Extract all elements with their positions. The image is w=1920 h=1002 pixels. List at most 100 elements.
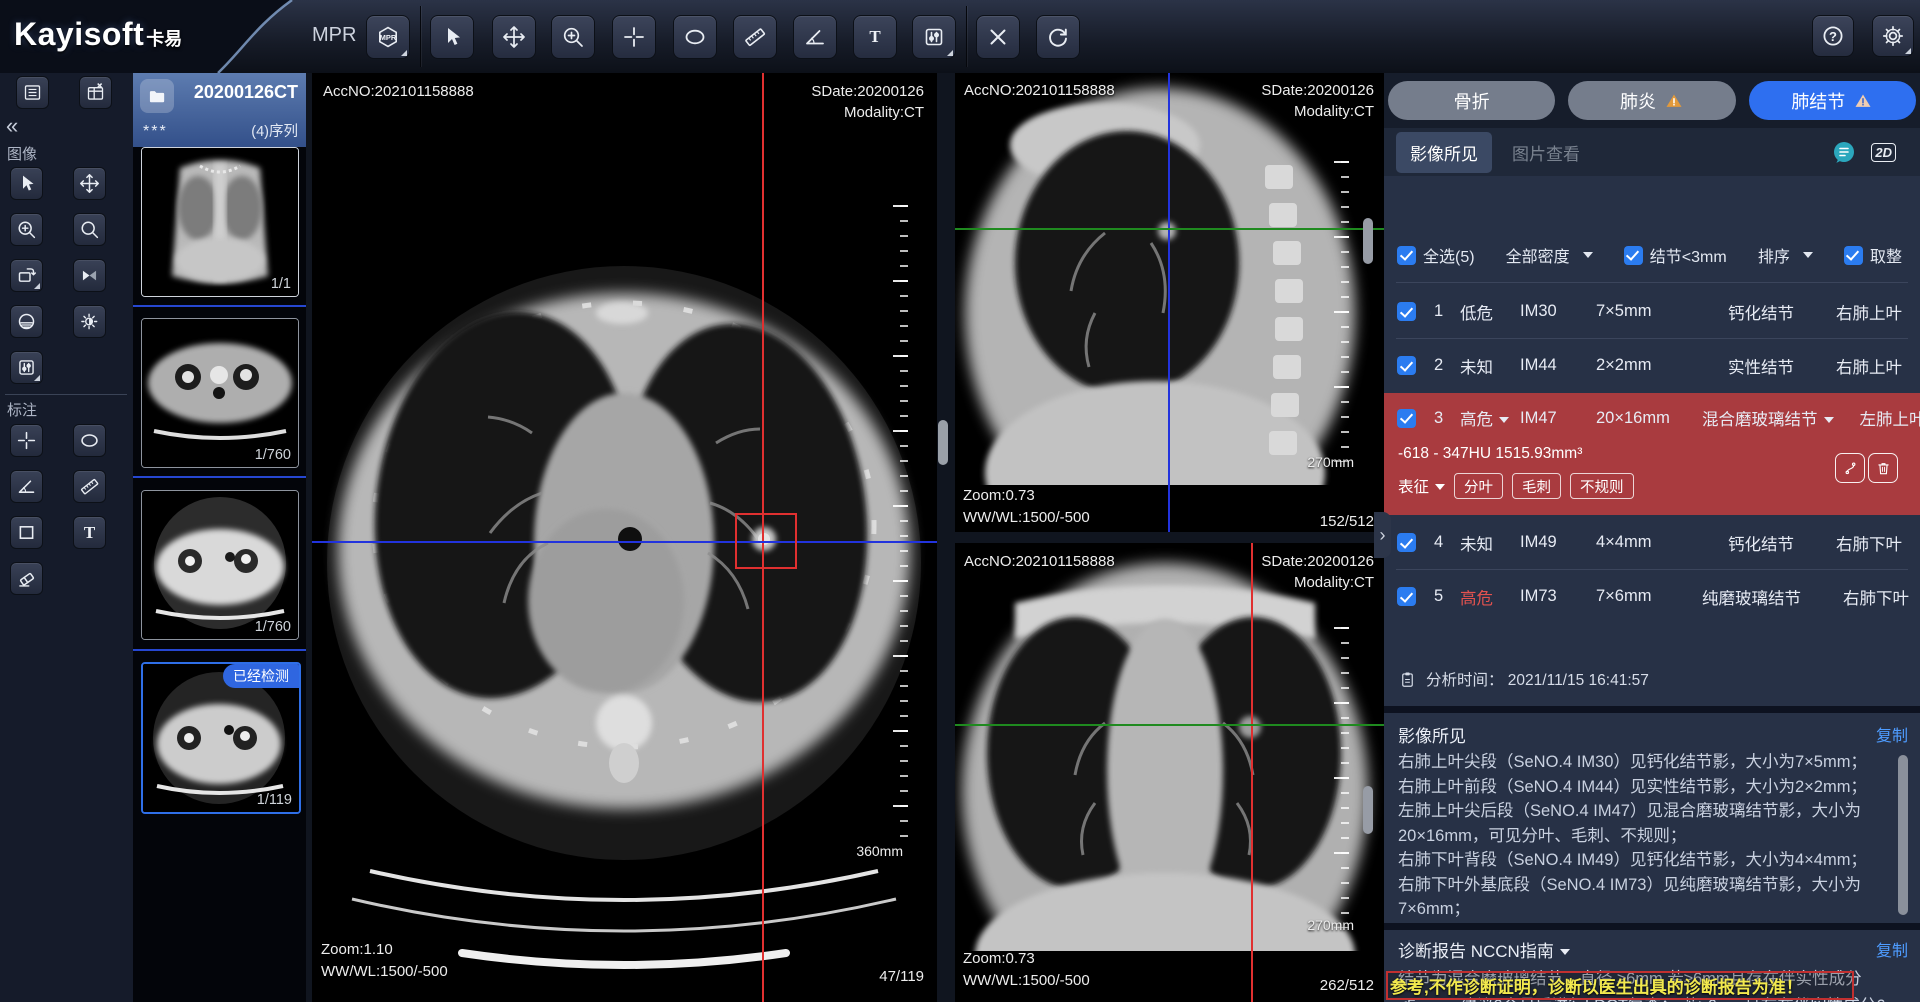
- round-checkbox[interactable]: [1844, 246, 1863, 265]
- report-copy-link[interactable]: 复制: [1876, 937, 1908, 961]
- zoom-factor: Zoom:0.73: [963, 950, 1035, 967]
- nodule-location-dropdown[interactable]: 左肺上叶: [1834, 406, 1920, 430]
- nodule-checkbox[interactable]: [1397, 409, 1416, 428]
- panel-collapse-handle[interactable]: ›: [1374, 512, 1391, 558]
- side-zoom-button[interactable]: [10, 213, 43, 246]
- series-list-button[interactable]: [16, 76, 49, 109]
- density-dropdown[interactable]: 全部密度: [1506, 243, 1593, 267]
- side-angle-button[interactable]: [10, 470, 43, 503]
- delete-nodule-button[interactable]: [1868, 453, 1898, 483]
- pointer-tool-button[interactable]: [430, 15, 474, 59]
- findings-scrollbar-thumb[interactable]: [1898, 755, 1908, 915]
- nodule-type-dropdown[interactable]: 混合磨玻璃结节: [1702, 406, 1834, 430]
- nodule-im: IM30: [1520, 302, 1596, 321]
- report-bubble-icon[interactable]: [1832, 140, 1856, 164]
- side-eraser-button[interactable]: [10, 562, 43, 595]
- nodule-risk: 高危: [1460, 411, 1493, 429]
- coronal-scrollbar-thumb[interactable]: [1363, 786, 1373, 834]
- tab-findings[interactable]: 影像所见: [1396, 132, 1492, 173]
- open-study-button[interactable]: [140, 79, 174, 113]
- zoom-tool-button[interactable]: [551, 15, 595, 59]
- side-magnify-button[interactable]: [73, 213, 106, 246]
- delete-annotation-button[interactable]: [976, 15, 1020, 59]
- coronal-viewport[interactable]: AccNO:202101158888 SDate:20200126 Modali…: [955, 543, 1384, 1002]
- side-rotate-button[interactable]: [10, 259, 43, 292]
- follow-up-button[interactable]: [1835, 453, 1865, 483]
- collapse-sidebar-button[interactable]: «: [6, 113, 18, 139]
- crosshair-tool-button[interactable]: [612, 15, 656, 59]
- pan-tool-button[interactable]: [492, 15, 536, 59]
- thumbnail-scout[interactable]: 1/1: [141, 147, 299, 297]
- close-layout-button[interactable]: [79, 76, 112, 109]
- nodule-size: 7×5mm: [1596, 302, 1702, 321]
- select-all-control[interactable]: 全选(5): [1397, 243, 1475, 267]
- nodule-checkbox[interactable]: [1397, 533, 1416, 552]
- mpr-icon: MPR: [380, 33, 397, 42]
- nodule-row-3-selected[interactable]: 3 高危 IM47 20×16mm 混合磨玻璃结节 左肺上叶 -618 - 34…: [1384, 393, 1920, 515]
- brand-suffix: 卡易: [146, 25, 182, 51]
- sort-dropdown[interactable]: 排序: [1758, 243, 1813, 267]
- nodule-risk-dropdown[interactable]: 高危: [1460, 406, 1520, 430]
- nodule-analysis-panel: 影像所见 图片查看 2D 全选(5) 全部密度 结节<3mm 排序 取整 1 低…: [1384, 128, 1920, 1002]
- nodule-row-2[interactable]: 2 未知 IM44 2×2mm 实性结节 右肺上叶: [1384, 339, 1920, 392]
- reset-view-button[interactable]: [1036, 15, 1080, 59]
- nodule-checkbox[interactable]: [1397, 302, 1416, 321]
- feature-dropdown[interactable]: 表征: [1398, 475, 1445, 497]
- mpr-layout-button[interactable]: MPR: [366, 15, 410, 59]
- nodule-row-4[interactable]: 4 未知 IM49 4×4mm 钙化结节 右肺下叶: [1384, 516, 1920, 569]
- window-level-button[interactable]: [912, 15, 956, 59]
- finding-line: 右肺下叶背段（SeNO.4 IM49）见钙化结节影，大小为4×4mm；: [1398, 848, 1890, 873]
- warning-icon: [1664, 91, 1684, 111]
- flip-icon: [83, 271, 96, 281]
- nodule-checkbox[interactable]: [1397, 587, 1416, 606]
- round-control[interactable]: 取整: [1844, 243, 1902, 267]
- small-nodule-checkbox[interactable]: [1624, 246, 1643, 265]
- module-fracture[interactable]: 骨折: [1388, 81, 1555, 120]
- side-flip-button[interactable]: [73, 259, 106, 292]
- module-pneumonia[interactable]: 肺炎: [1568, 81, 1735, 120]
- thumbnail-axial-1[interactable]: 1/760: [141, 318, 299, 468]
- nodule-row-5[interactable]: 5 高危 IM73 7×6mm 纯磨玻璃结节 右肺下叶: [1384, 570, 1920, 623]
- tab-image-view[interactable]: 图片查看: [1498, 132, 1594, 173]
- report-title-dropdown[interactable]: 诊断报告 NCCN指南: [1398, 937, 1570, 962]
- help-button[interactable]: ?: [1812, 15, 1854, 57]
- small-nodule-control[interactable]: 结节<3mm: [1624, 243, 1727, 267]
- side-crosshair-button[interactable]: [10, 424, 43, 457]
- findings-copy-link[interactable]: 复制: [1876, 722, 1908, 746]
- ellipse-icon: [687, 31, 704, 44]
- settings-button[interactable]: [1872, 15, 1914, 57]
- module-lung-nodule[interactable]: 肺结节: [1749, 81, 1916, 120]
- thumbnail-axial-2[interactable]: 1/760: [141, 490, 299, 640]
- modality: Modality:CT: [1294, 574, 1374, 591]
- sagittal-viewport[interactable]: AccNO:202101158888 SDate:20200126 Modali…: [955, 73, 1384, 532]
- 2d-mode-button[interactable]: 2D: [1871, 143, 1896, 162]
- side-adjust-button[interactable]: [10, 351, 43, 384]
- ellipse-tool-button[interactable]: [673, 15, 717, 59]
- side-pan-button[interactable]: [73, 167, 106, 200]
- side-window-preset-button[interactable]: [10, 305, 43, 338]
- series-header[interactable]: 20200126CT *** (4)序列: [133, 73, 306, 147]
- feature-tag[interactable]: 分叶: [1454, 473, 1503, 499]
- angle-tool-button[interactable]: [793, 15, 837, 59]
- side-ellipse-button[interactable]: [73, 424, 106, 457]
- side-text-button[interactable]: T: [73, 516, 106, 549]
- reset-icon: [1050, 30, 1066, 46]
- side-brightness-button[interactable]: [73, 305, 106, 338]
- side-pointer-button[interactable]: [10, 167, 43, 200]
- feature-tag[interactable]: 不规则: [1570, 473, 1634, 499]
- nodule-row-3-main[interactable]: 3 高危 IM47 20×16mm 混合磨玻璃结节 左肺上叶: [1384, 395, 1920, 441]
- nodule-row-1[interactable]: 1 低危 IM30 7×5mm 钙化结节 右肺上叶: [1384, 285, 1920, 338]
- side-rectangle-button[interactable]: [10, 516, 43, 549]
- sagittal-scrollbar-thumb[interactable]: [1363, 218, 1373, 264]
- text-tool-button[interactable]: T: [853, 15, 897, 59]
- axial-viewport[interactable]: AccNO:202101158888 SDate:20200126 Modali…: [312, 73, 937, 1002]
- series-thumbnail-panel: 20200126CT *** (4)序列 1/1: [133, 73, 306, 1002]
- feature-tag[interactable]: 毛刺: [1512, 473, 1561, 499]
- side-ruler-button[interactable]: [73, 470, 106, 503]
- thumbnail-axial-selected[interactable]: 已经检测 1/119: [141, 662, 301, 814]
- ruler-tool-button[interactable]: [733, 15, 777, 59]
- nodule-checkbox[interactable]: [1397, 356, 1416, 375]
- select-all-checkbox[interactable]: [1397, 246, 1416, 265]
- axial-scrollbar-thumb[interactable]: [938, 420, 948, 465]
- nodule-risk: 低危: [1460, 300, 1520, 324]
